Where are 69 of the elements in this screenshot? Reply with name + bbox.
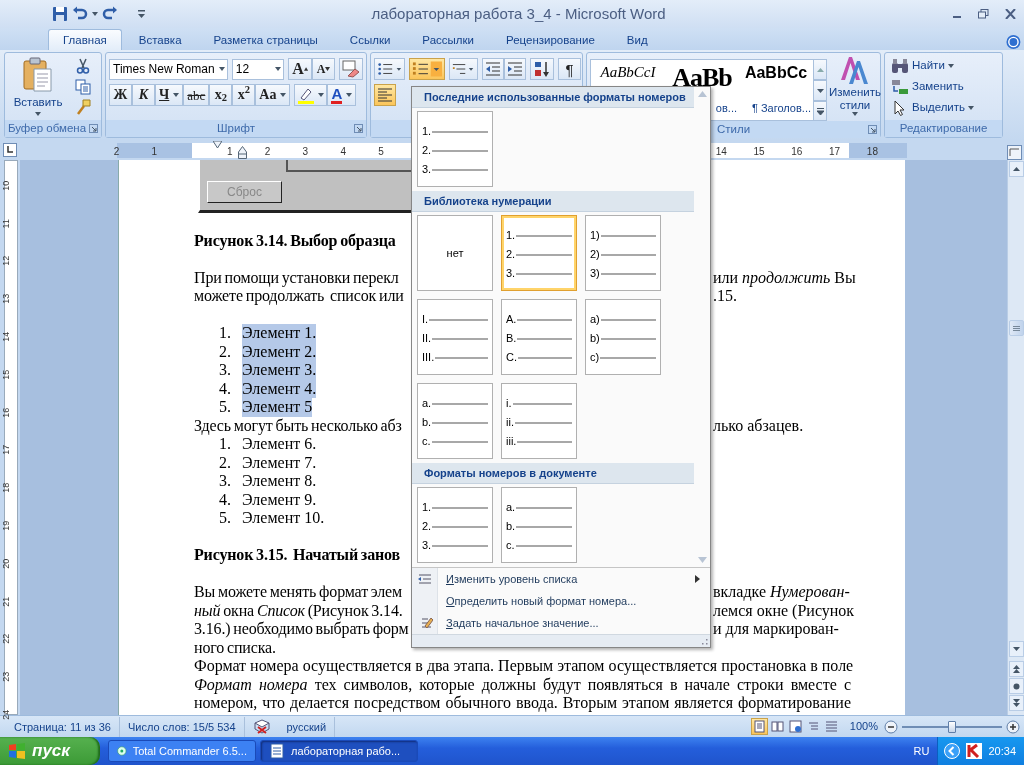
ruler-number: 15 — [753, 145, 765, 159]
list-number: 4. — [219, 379, 232, 398]
window-title: лабораторная работа 3_4 - Microsoft Word — [371, 3, 666, 24]
ruler-number: 23 — [0, 670, 13, 683]
group-label: Буфер обмена — [5, 120, 101, 138]
list-number: 1. — [219, 324, 232, 343]
ruler-number: 14 — [0, 330, 13, 343]
list-number: 2. — [219, 342, 232, 361]
list-item-text: Элемент 8. — [242, 472, 317, 491]
section-header: Библиотека нумерации — [412, 191, 694, 212]
list-number: 3. — [219, 361, 232, 380]
ruler-number: 18 — [0, 481, 13, 494]
section-header: Форматы номеров в документе — [412, 463, 694, 484]
list-item-text: Элемент 3. — [242, 361, 317, 380]
list-item-text: Элемент 6. — [242, 435, 317, 454]
ruler-number: 17 — [829, 145, 841, 159]
list-number: 5. — [219, 398, 232, 417]
ruler-number: 10 — [0, 179, 13, 192]
figure-caption: Рисунок 3.14. Выбор образца — [194, 231, 396, 249]
ruler-number: 4 — [340, 145, 346, 159]
ruler-number: 17 — [0, 444, 13, 457]
list-item-text: Элемент 10. — [242, 509, 325, 528]
group-label: Редактирование — [885, 120, 1003, 137]
figure-caption: Рисунок 3.15. Начатый занов — [194, 546, 400, 563]
ruler-number: 3 — [302, 145, 309, 159]
list-number: 2. — [219, 453, 232, 472]
text-line: 3.16.) необходимо выбрать форм — [194, 620, 409, 637]
ruler-number: 2 — [113, 145, 120, 159]
text-line: Формат номера тех символов, которые должны будут появляться в начале строки вместе с — [194, 675, 851, 694]
ruler-number: 12 — [0, 255, 13, 268]
text-line: или продолжить Вы — [713, 268, 856, 287]
text-line: можете продолжать список или — [194, 287, 404, 304]
text-line: ный окна Список (Рисунок 3.14. — [194, 601, 403, 619]
text-line: .15. — [713, 287, 737, 306]
text-line: лько абзацев. — [713, 416, 804, 435]
list-number: 1. — [219, 435, 232, 454]
ruler-number: 1 — [227, 145, 233, 159]
ruler-number: 22 — [0, 633, 13, 646]
ruler-number: 20 — [0, 557, 13, 570]
ruler-number: 19 — [0, 519, 13, 532]
list-number: 4. — [219, 490, 232, 509]
ruler-number: 15 — [0, 368, 13, 381]
ruler-number: 1 — [151, 145, 157, 159]
list-item-text: Элемент 1. — [242, 324, 317, 343]
ruler-number: 18 — [866, 145, 878, 159]
ruler-number: 11 — [0, 217, 13, 230]
text-line: вкладке Нумерован- — [713, 583, 850, 602]
ruler-number: 16 — [791, 145, 803, 159]
list-number: 3. — [219, 472, 232, 491]
section-header: Последние использованные форматы номеров — [412, 87, 694, 108]
ruler-number: 5 — [378, 145, 384, 159]
list-item-text: Элемент 9. — [242, 490, 317, 509]
ruler-number: 13 — [0, 292, 13, 305]
ruler-number: 16 — [0, 406, 13, 419]
text-line: Здесь могут быть несколько абз — [194, 416, 402, 434]
text-line: лемся окне (Рисунок — [713, 601, 855, 620]
ruler-number: 21 — [0, 595, 13, 608]
text-line: номером, что делается посредством обычного ввода. Вторым этапом является форматирование — [194, 694, 851, 713]
list-item-text: Элемент 5 — [242, 398, 313, 417]
text-line: Формат номера осуществляется в два этапа. Первым этапом осуществляется простановка в поле — [194, 657, 851, 676]
text-line: ного списка. — [194, 638, 276, 656]
group-label: Шрифт — [106, 120, 366, 137]
text-line: Вы можете менять формат элем — [194, 583, 403, 600]
list-item-text: Элемент 7. — [242, 453, 317, 472]
text-line: При помощи установки перекл — [194, 268, 399, 286]
ruler-number: 2 — [264, 145, 271, 159]
ruler-number: 14 — [715, 145, 727, 159]
list-number: 5. — [219, 509, 232, 528]
text-line: и для маркирован- — [713, 620, 839, 639]
